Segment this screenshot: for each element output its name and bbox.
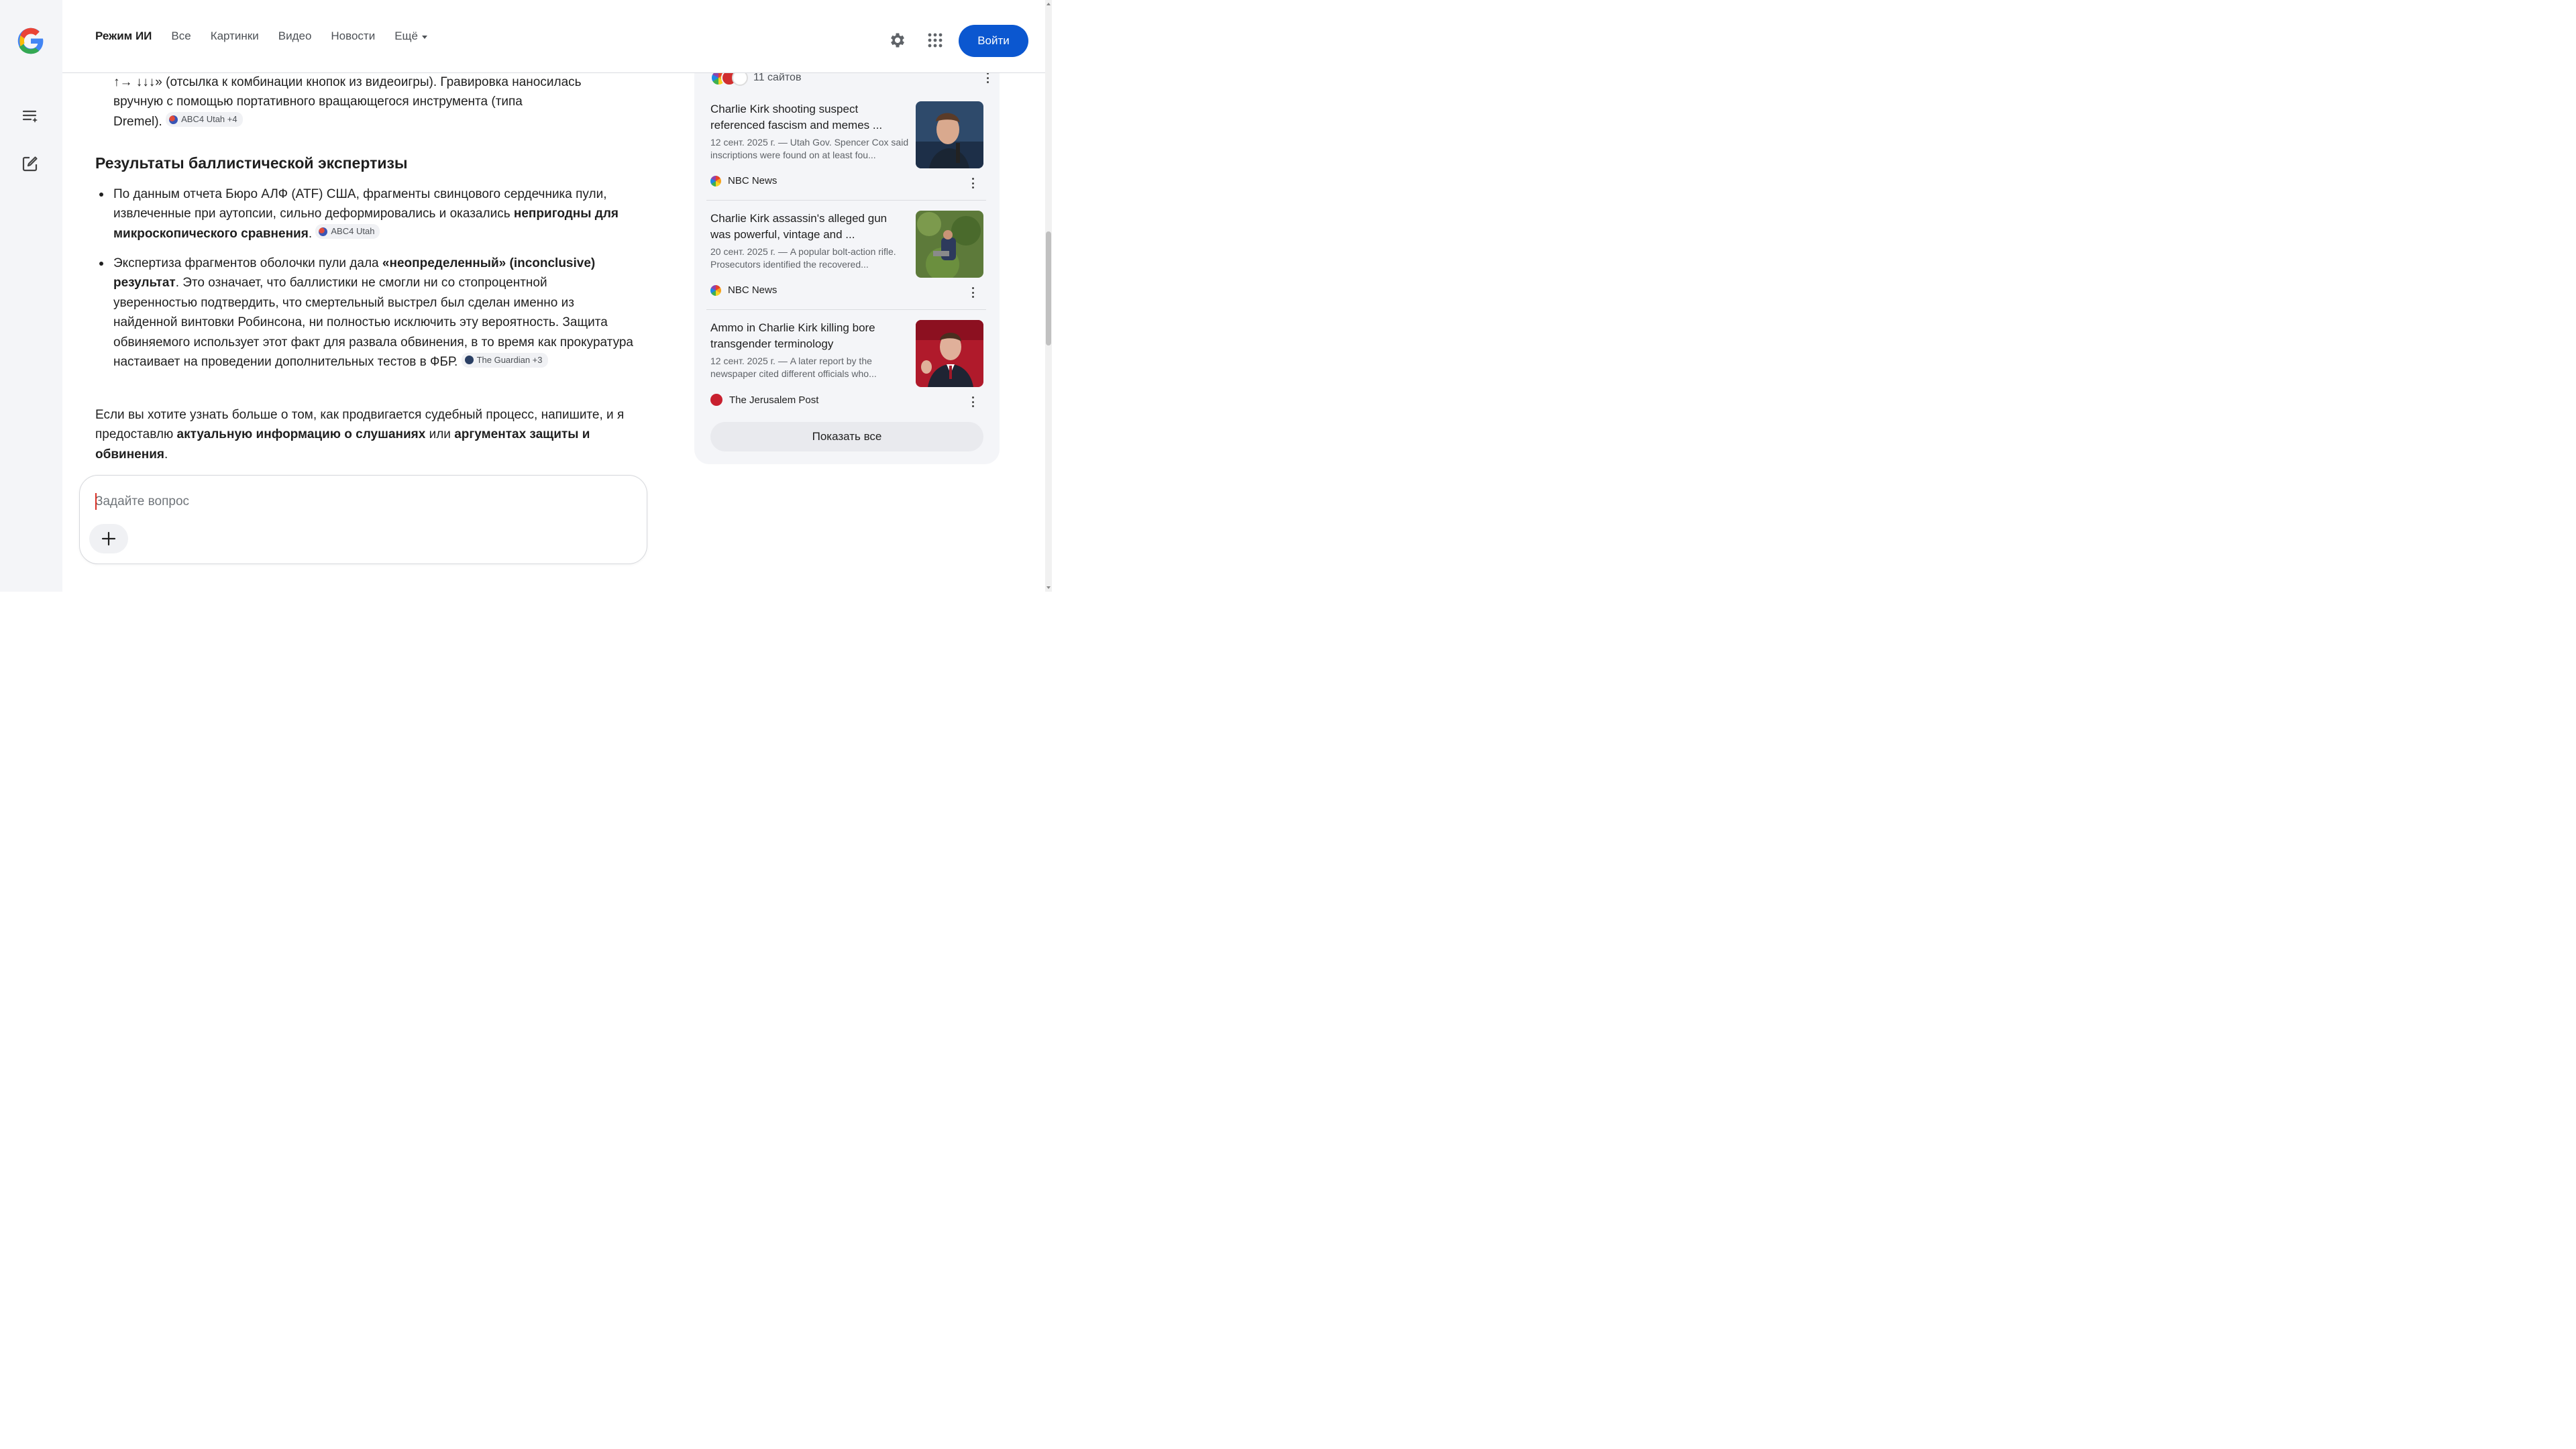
card-title: Charlie Kirk assassin's alleged gun was …: [710, 212, 888, 241]
page-scrollbar[interactable]: [1045, 0, 1052, 592]
answer-line: Dremel).: [113, 114, 162, 129]
sources-panel: 11 сайтов Charlie Kirk shooting suspect …: [694, 40, 1000, 464]
source-favicon-icon: [464, 356, 474, 365]
card-title: Ammo in Charlie Kirk killing bore transg…: [710, 321, 875, 350]
gear-icon[interactable]: [887, 30, 908, 51]
answer-closing: Если вы хотите узнать больше о том, как …: [95, 405, 632, 464]
citation-label: ABC4 Utah: [331, 226, 375, 237]
more-options-icon[interactable]: [967, 396, 978, 407]
bullet-item: По данным отчета Бюро АЛФ (ATF) США, фра…: [99, 184, 633, 244]
nbc-news-icon: [710, 175, 721, 186]
closing-text: .: [164, 447, 168, 462]
bullet-item: Экспертиза фрагментов оболочки пули дала…: [99, 254, 633, 372]
source-name: The Jerusalem Post: [729, 394, 819, 406]
source-name: NBC News: [728, 175, 777, 186]
bullet-text: Экспертиза фрагментов оболочки пули дала: [113, 256, 382, 270]
history-icon[interactable]: [17, 103, 43, 129]
card-snippet: 12 сент. 2025 г. — A later report by the…: [710, 356, 877, 379]
bullet-text: .: [308, 226, 313, 241]
closing-bold: актуальную информацию о слушаниях: [176, 427, 426, 442]
citation-label: ABC4 Utah +4: [181, 114, 237, 125]
tab-news[interactable]: Новости: [331, 30, 375, 43]
ask-input[interactable]: [95, 492, 619, 512]
card-thumbnail: [916, 101, 983, 168]
card-source: The Jerusalem Post: [710, 394, 818, 406]
card-source: NBC News: [710, 284, 777, 296]
tab-images[interactable]: Картинки: [211, 30, 259, 43]
google-logo[interactable]: [17, 27, 45, 55]
tab-videos[interactable]: Видео: [278, 30, 312, 43]
card-source: NBC News: [710, 175, 777, 186]
card-snippet: 12 сент. 2025 г. — Utah Gov. Spencer Cox…: [710, 137, 909, 160]
answer-line: ↑→ ↓↓↓» (отсылка к комбинации кнопок из …: [113, 75, 582, 89]
text-cursor: [95, 493, 97, 510]
chevron-down-icon: [422, 35, 427, 39]
citation-chip[interactable]: ABC4 Utah: [315, 224, 380, 239]
citation-label: The Guardian +3: [476, 354, 543, 365]
answer-paragraph-1: ↑→ ↓↓↓» (отсылка к комбинации кнопок из …: [113, 72, 633, 131]
card-thumbnail: [916, 211, 983, 278]
answer-line: вручную с помощью портативного вращающег…: [113, 95, 523, 109]
more-options-icon[interactable]: [967, 178, 978, 189]
tab-more[interactable]: Ещё: [394, 30, 427, 43]
card-snippet: 20 сент. 2025 г. — A popular bolt-action…: [710, 246, 896, 270]
divider: [706, 309, 986, 310]
closing-text: или: [425, 427, 455, 442]
card-thumbnail: [916, 320, 983, 387]
source-name: NBC News: [728, 284, 777, 296]
divider: [706, 200, 986, 201]
more-options-icon[interactable]: [967, 287, 978, 298]
bullet-text: . Это означает, что баллистики не смогли…: [113, 276, 633, 370]
left-rail: [0, 0, 62, 592]
nbc-news-icon: [710, 284, 721, 296]
tab-all[interactable]: Все: [171, 30, 191, 43]
card-title: Charlie Kirk shooting suspect referenced…: [710, 103, 883, 131]
citation-chip[interactable]: ABC4 Utah +4: [166, 112, 243, 127]
scroll-down-icon[interactable]: [1046, 586, 1051, 589]
tab-ai-mode[interactable]: Режим ИИ: [95, 30, 152, 43]
citation-chip[interactable]: The Guardian +3: [461, 352, 548, 368]
tab-more-label: Ещё: [394, 30, 418, 42]
show-all-button[interactable]: Показать все: [710, 422, 983, 451]
signin-button[interactable]: Войти: [959, 25, 1028, 57]
ask-box: [79, 475, 647, 564]
source-favicon-icon: [319, 227, 328, 236]
plus-icon: [101, 531, 116, 546]
more-options-icon[interactable]: [982, 72, 993, 83]
scroll-up-icon[interactable]: [1046, 3, 1051, 5]
search-tabs: Режим ИИ Все Картинки Видео Новости Ещё: [95, 30, 447, 43]
new-chat-icon[interactable]: [17, 151, 43, 176]
add-attachment-button[interactable]: [89, 524, 128, 553]
apps-grid-icon[interactable]: [924, 30, 946, 51]
sites-count: 11 сайтов: [753, 72, 802, 83]
source-card[interactable]: Ammo in Charlie Kirk killing bore transg…: [710, 320, 983, 419]
source-card[interactable]: Charlie Kirk assassin's alleged gun was …: [710, 211, 983, 310]
scroll-thumb[interactable]: [1046, 231, 1051, 345]
ai-mode-page: Режим ИИ Все Картинки Видео Новости Ещё …: [0, 0, 1052, 592]
source-favicon-icon: [169, 115, 178, 124]
jpost-icon: [710, 394, 722, 406]
source-card[interactable]: Charlie Kirk shooting suspect referenced…: [710, 101, 983, 201]
section-heading: Результаты баллистической экспертизы: [95, 154, 408, 172]
